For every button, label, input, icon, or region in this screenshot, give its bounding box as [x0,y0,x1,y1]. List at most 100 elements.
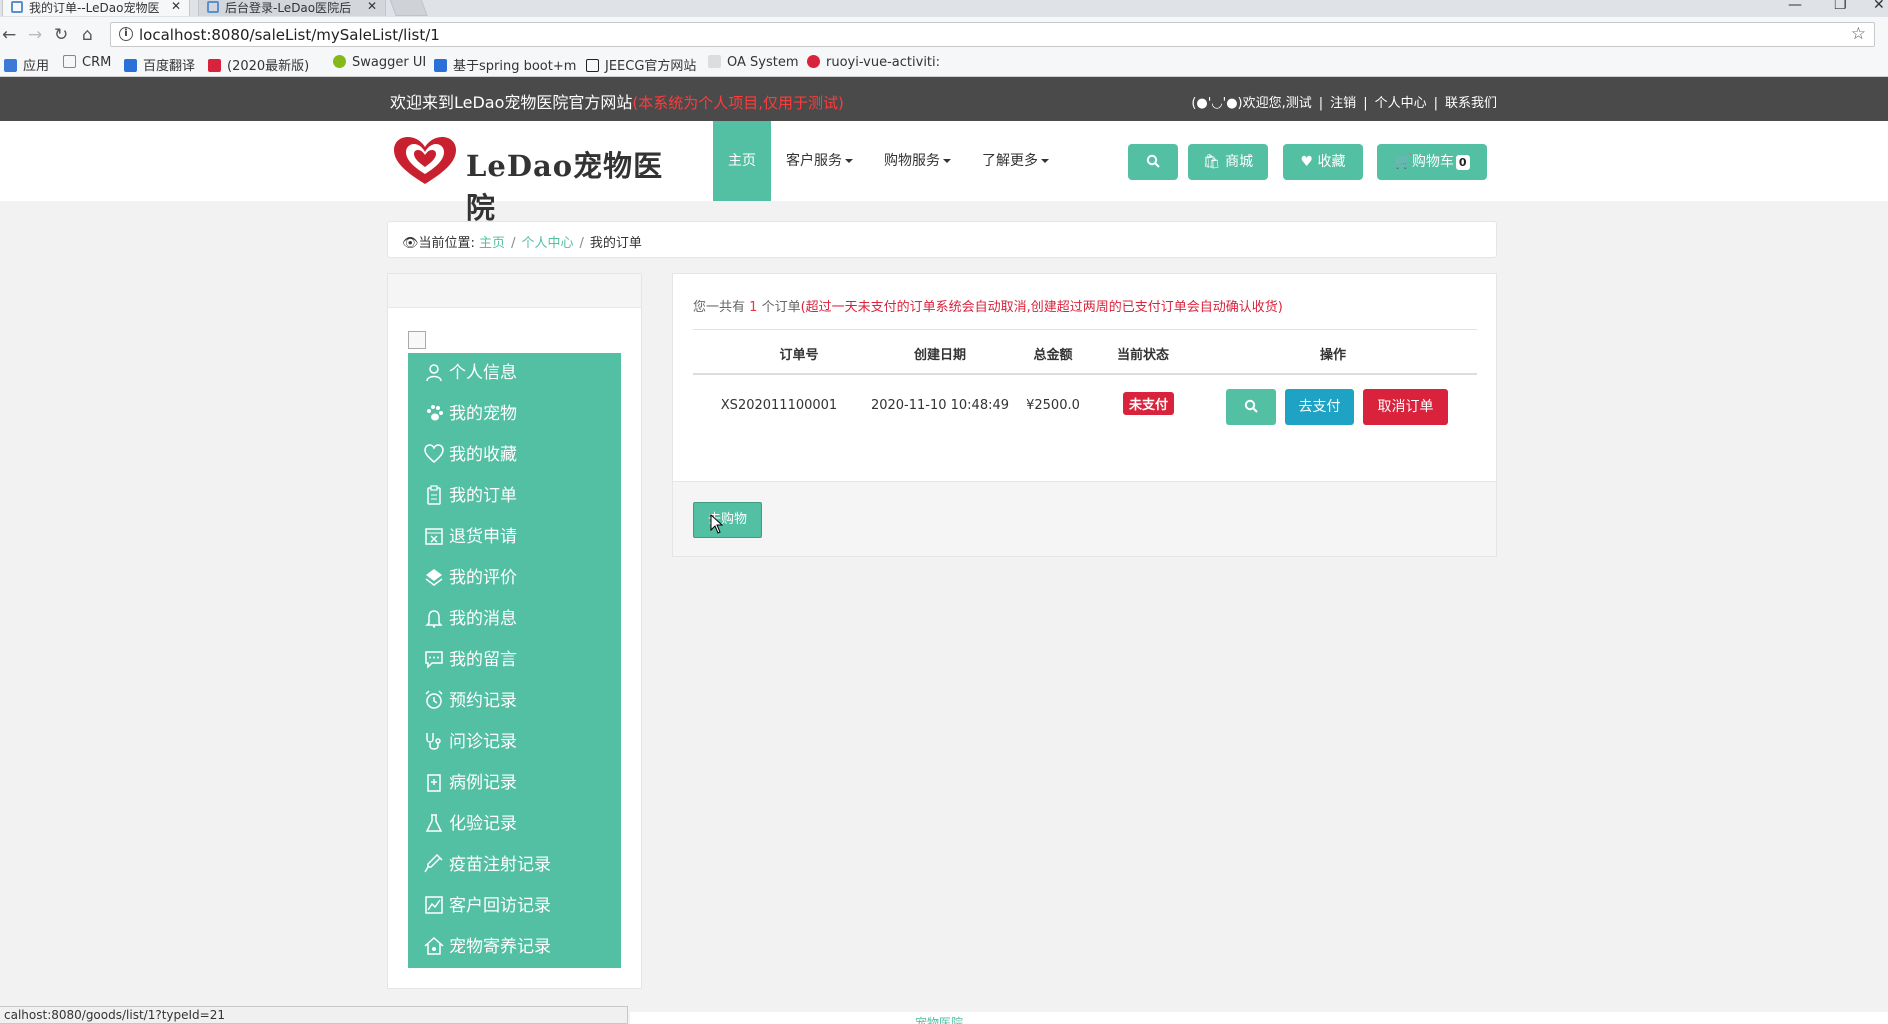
sidebar-item-reviews[interactable]: 我的评价 [408,558,621,599]
caret-down-icon [1041,159,1049,163]
bookmark-jeecg[interactable]: JEECG官方网站 [586,55,696,74]
sidebar-item-orders[interactable]: 我的订单 [408,476,621,517]
logout-link[interactable]: 注销 [1330,96,1356,111]
breadcrumb-home-link[interactable]: 主页 [479,236,505,251]
pay-button[interactable]: 去支付 [1285,389,1354,425]
heart-icon: ♥ [1300,154,1314,170]
bookmark-spring-boot[interactable]: 基于spring boot+m [434,55,576,74]
apps-icon [4,59,17,72]
cell-order-no: XS202011100001 [720,398,838,413]
url-text: localhost:8080/saleList/mySaleList/list/… [139,26,440,44]
forward-icon[interactable]: → [28,25,42,45]
sidebar-item-consultations[interactable]: 问诊记录 [408,722,621,763]
mall-label: 商城 [1225,154,1254,170]
sidebar-item-messages[interactable]: 我的消息 [408,599,621,640]
sidebar-item-profile[interactable]: 个人信息 [408,353,621,394]
cell-total: ¥2500.0 [1026,398,1080,413]
heart-icon [424,444,444,463]
bookmark-star-icon[interactable]: ☆ [1851,24,1866,44]
panel-footer: 去购物 [673,481,1496,556]
browser-tab[interactable]: 后台登录-LeDao医院后 ✕ [198,0,386,16]
sidebar-item-label: 宠物寄养记录 [449,937,551,957]
sidebar-item-comments[interactable]: 我的留言 [408,640,621,681]
sidebar-item-label: 预约记录 [449,691,517,711]
summary-suffix: 个订单 [761,300,801,315]
browser-tab-active[interactable]: 我的订单--LeDao宠物医 ✕ [2,0,190,16]
breadcrumb-user-center-link[interactable]: 个人中心 [521,236,573,251]
bookmark-apps[interactable]: 应用 [4,55,49,74]
sidebar-item-pets[interactable]: 我的宠物 [408,394,621,435]
new-tab-button[interactable] [388,0,428,16]
page-icon [63,55,76,68]
nav-label: 购物服务 [884,153,940,169]
logo-text: LeDao宠物医院 [466,149,664,225]
window-close-icon[interactable]: ✕ [1873,0,1885,13]
contact-link[interactable]: 联系我们 [1445,96,1497,111]
back-icon[interactable]: ← [2,25,16,45]
nav-customer-service[interactable]: 客户服务 [786,121,853,201]
mall-button[interactable]: 🛍 商城 [1188,144,1268,180]
site-info-icon[interactable]: i [119,27,133,41]
bookmark-csdn[interactable]: (2020最新版) [208,55,309,74]
footer-link[interactable]: 宠物医院 [915,1014,963,1024]
nav-shopping-service[interactable]: 购物服务 [884,121,951,201]
orders-panel: 您一共有 1 个订单(超过一天未支付的订单系统会自动取消,创建超过两周的已支付订… [672,273,1497,557]
home-icon[interactable]: ⌂ [82,25,93,45]
welcome-title: 欢迎来到LeDao宠物医院官方网站 [390,93,633,112]
heart-logo-icon [394,137,456,184]
column-header-order-no: 订单号 [779,348,819,363]
search-icon [1244,399,1258,413]
bookmark-crm[interactable]: CRM [63,55,111,70]
bookmark-oa-system[interactable]: OA System [708,55,799,70]
tab-favicon-icon [11,1,23,13]
stethoscope-icon [426,733,441,750]
sidebar-item-appointments[interactable]: 预约记录 [408,681,621,722]
tab-close-icon[interactable]: ✕ [171,0,181,13]
restore-icon[interactable]: ❐ [1834,0,1847,13]
breadcrumb-prefix: 当前位置: [418,236,475,251]
sidebar-item-followups[interactable]: 客户回访记录 [408,886,621,927]
medical-record-icon [427,774,441,792]
nav-home[interactable]: 主页 [713,121,771,201]
table-row: XS202011100001 2020-11-10 10:48:49 ¥2500… [693,377,1477,437]
sidebar-item-lab-tests[interactable]: 化验记录 [408,804,621,845]
sidebar-item-favorites[interactable]: 我的收藏 [408,435,621,476]
sidebar-menu: 个人信息 我的宠物 我的收藏 我的订单 退货申请 我的评价 我的消息 我的留言 … [408,353,621,968]
nav-label: 客户服务 [786,153,842,169]
bell-icon [425,610,443,628]
cart-icon: 🛒 [1394,154,1412,170]
column-header-created: 创建日期 [913,348,966,363]
site-header: LeDao宠物医院 主页 客户服务 购物服务 了解更多 🛍 商城 ♥ 收藏 🛒购… [0,121,1888,225]
bookmark-label: 基于spring boot+m [453,59,577,74]
nav-learn-more[interactable]: 了解更多 [982,121,1049,201]
user-center-link[interactable]: 个人中心 [1375,96,1427,111]
address-bar[interactable]: i localhost:8080/saleList/mySaleList/lis… [110,22,1875,47]
sidebar-item-boarding[interactable]: 宠物寄养记录 [408,927,621,968]
go-shopping-button[interactable]: 去购物 [693,502,762,538]
bookmark-baidu-translate[interactable]: 百度翻译 [124,55,195,74]
reload-icon[interactable]: ↻ [54,25,68,45]
view-order-button[interactable] [1226,389,1276,425]
cart-label: 购物车 [1411,154,1454,170]
browser-status-bar: calhost:8080/goods/list/1?typeId=21 [0,1006,628,1024]
user-greeting: (●'◡'●)欢迎您,测试 [1191,96,1312,111]
status-badge: 未支付 [1123,392,1175,415]
cancel-order-button[interactable]: 取消订单 [1363,389,1448,425]
caret-down-icon [943,159,951,163]
favorite-button[interactable]: ♥ 收藏 [1283,144,1363,180]
tab-title: 后台登录-LeDao医院后 [225,1,352,15]
sidebar-item-medical-records[interactable]: 病例记录 [408,763,621,804]
clipboard-icon [427,485,441,505]
sidebar-item-returns[interactable]: 退货申请 [408,517,621,558]
bookmark-ruoyi[interactable]: ruoyi-vue-activiti: [807,55,940,70]
bookmark-swagger[interactable]: Swagger UI [333,55,426,70]
tab-close-icon[interactable]: ✕ [367,0,377,13]
cart-button[interactable]: 🛒购物车 0 [1377,144,1487,180]
sidebar-item-vaccinations[interactable]: 疫苗注射记录 [408,845,621,886]
header-search-button[interactable] [1128,144,1178,180]
breadcrumb-current: 我的订单 [589,236,642,251]
sidebar-item-label: 我的收藏 [449,445,517,465]
site-logo[interactable]: LeDao宠物医院 [392,134,692,225]
minimize-icon[interactable]: — [1788,0,1802,13]
avatar-image [408,331,426,349]
